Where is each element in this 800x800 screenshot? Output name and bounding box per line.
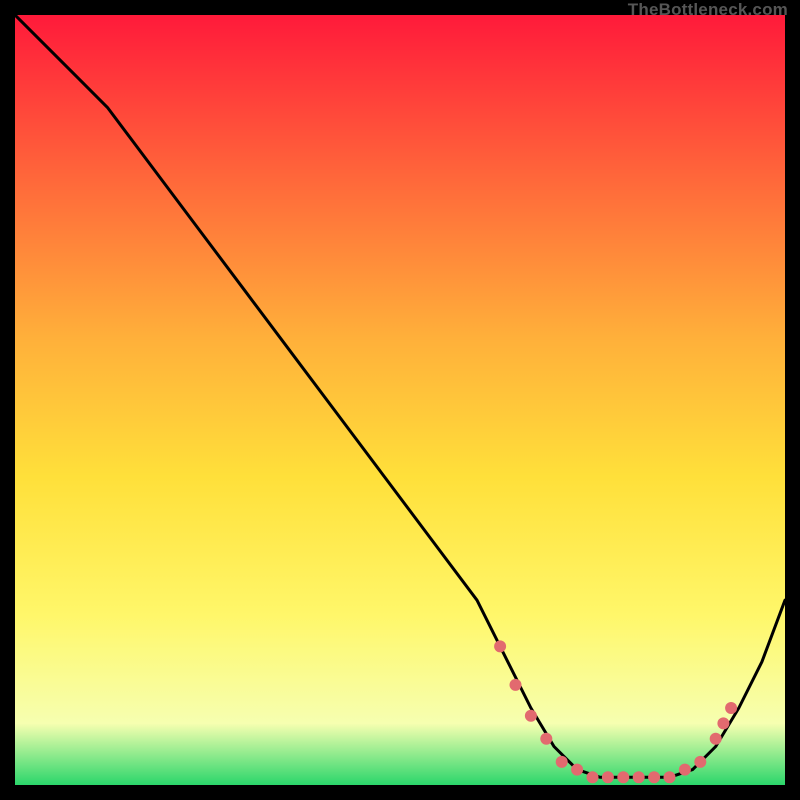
dot bbox=[725, 702, 737, 714]
dot bbox=[587, 771, 599, 783]
dot bbox=[525, 710, 537, 722]
dot bbox=[540, 733, 552, 745]
dot bbox=[664, 771, 676, 783]
dot bbox=[571, 764, 583, 776]
dot bbox=[617, 771, 629, 783]
dot bbox=[494, 640, 506, 652]
dot bbox=[510, 679, 522, 691]
bottleneck-chart bbox=[15, 15, 785, 785]
dot bbox=[633, 771, 645, 783]
dot bbox=[717, 717, 729, 729]
dot bbox=[556, 756, 568, 768]
dot bbox=[648, 771, 660, 783]
dot bbox=[679, 764, 691, 776]
chart-stage: TheBottleneck.com bbox=[0, 0, 800, 800]
dot bbox=[710, 733, 722, 745]
dot bbox=[602, 771, 614, 783]
dot bbox=[694, 756, 706, 768]
gradient-backdrop bbox=[15, 15, 785, 785]
